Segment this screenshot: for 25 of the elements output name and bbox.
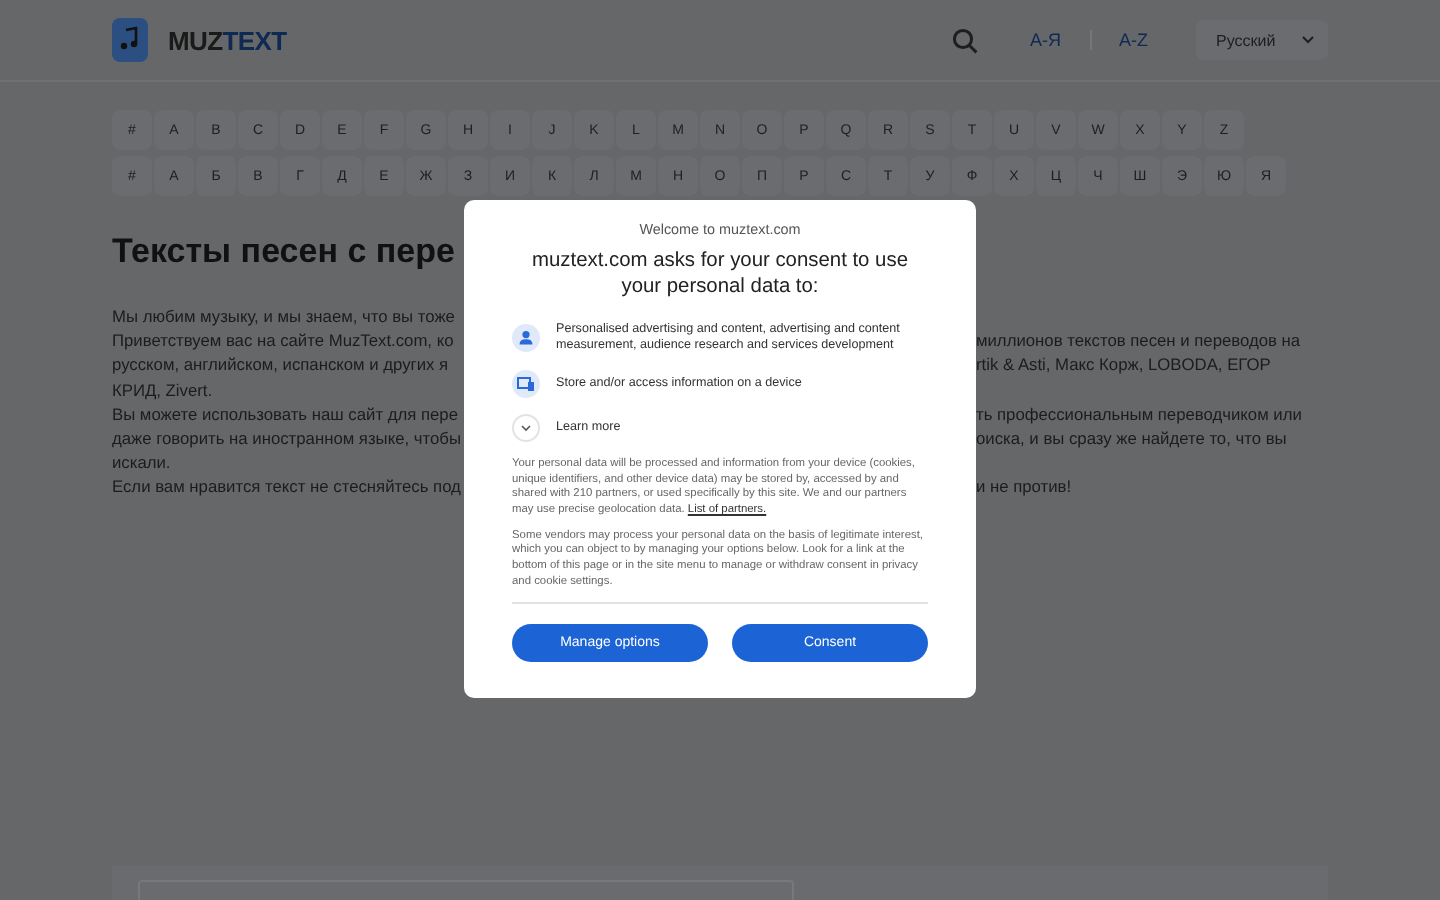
device-icon: [512, 369, 540, 398]
page-heading: Тексты песен с пере: [112, 232, 455, 272]
intro-text: Если вам нравится текст не стесняйтесь под: [112, 476, 461, 497]
dialog-title: muztext.com asks for your consent to use your personal data to:: [530, 250, 910, 301]
logo-icon[interactable]: [112, 18, 148, 62]
alphabet-link[interactable]: A-Z: [1111, 30, 1156, 50]
intro-text: миллионов текстов песен и переводов на: [976, 330, 1301, 351]
search-icon[interactable]: [952, 27, 978, 53]
language-select[interactable]: Русский: [1196, 20, 1328, 60]
intro-text: даже говорить на иностранном языке, чтобы: [112, 427, 461, 448]
alphabet-link[interactable]: А-Я: [1022, 30, 1069, 50]
intro-text: Приветствуем вас на сайте MuzText.com, ко: [112, 330, 454, 351]
chevron-icon[interactable]: [512, 413, 540, 442]
intro-text: КРИД, Zivert.: [112, 379, 213, 400]
chevron-icon: [1302, 36, 1314, 44]
intro-text: искали.: [112, 452, 171, 473]
intro-text: и не против!: [976, 476, 1072, 497]
logo-text[interactable]: MUZTEXT: [168, 25, 287, 55]
intro-text: Мы любим музыку, и мы знаем, что вы тоже: [112, 306, 455, 326]
intro-text: Вы можете использовать наш сайт для пере: [112, 403, 459, 424]
intro-text: русском, английском, испанском и других я: [112, 354, 449, 375]
intro-text: rtik & Asti, Макс Корж, LOBODA, ЕГОР: [976, 354, 1271, 375]
person-icon: [512, 323, 540, 352]
intro-text: ть профессиональным переводчиком или: [976, 403, 1302, 424]
intro-text: оиска, и вы сразу же найдете то, что вы: [976, 427, 1287, 448]
